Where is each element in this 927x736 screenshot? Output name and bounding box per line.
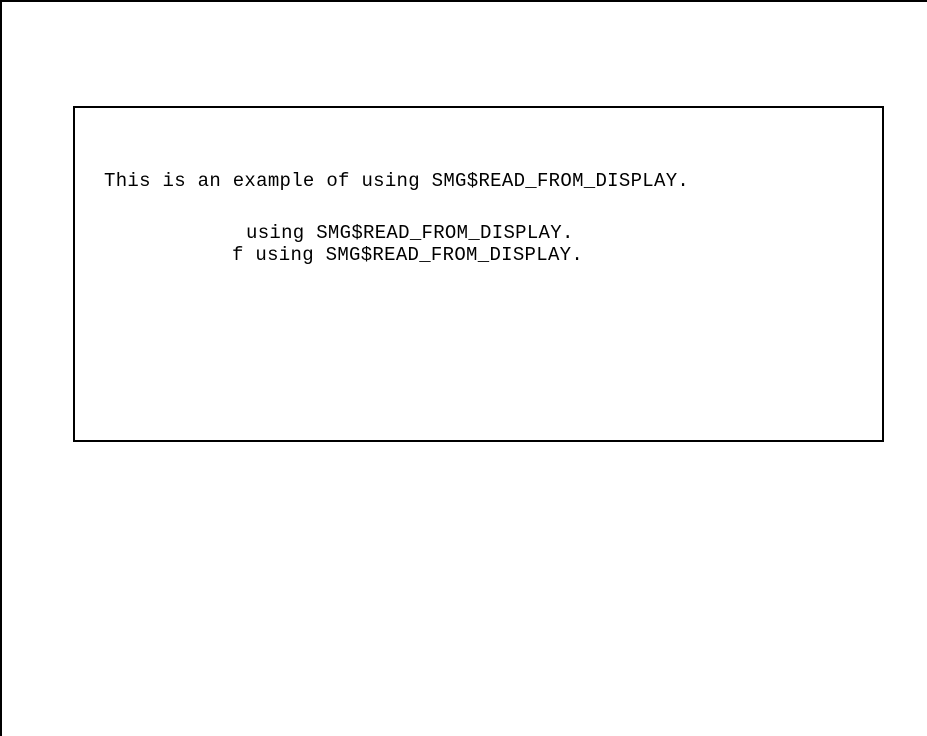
display-line-3: f using SMG$READ_FROM_DISPLAY. [232,244,584,266]
display-line-1: This is an example of using SMG$READ_FRO… [104,170,690,192]
terminal-screen: This is an example of using SMG$READ_FRO… [0,0,927,736]
virtual-display-window: This is an example of using SMG$READ_FRO… [73,106,884,442]
display-line-2: using SMG$READ_FROM_DISPLAY. [246,222,574,244]
